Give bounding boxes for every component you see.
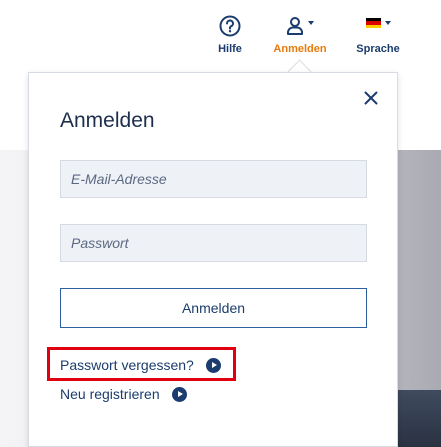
- arrow-circle-right-icon: [205, 357, 221, 373]
- register-link[interactable]: Neu registrieren: [60, 386, 187, 402]
- arrow-circle-right-icon: [171, 386, 187, 402]
- language-label: Sprache: [356, 43, 400, 55]
- language-nav-item[interactable]: Sprache: [352, 14, 404, 55]
- flag-de-icon: [365, 18, 381, 28]
- help-label: Hilfe: [218, 43, 242, 55]
- question-circle-icon: [219, 15, 241, 37]
- close-icon[interactable]: [364, 91, 378, 105]
- email-field[interactable]: [60, 160, 367, 198]
- login-submit-button[interactable]: Anmelden: [60, 288, 367, 328]
- chevron-down-icon: [384, 21, 391, 25]
- login-popover: Anmelden Anmelden Passwort vergessen? Ne…: [28, 72, 398, 447]
- user-icon: [287, 17, 303, 35]
- forgot-password-link[interactable]: Passwort vergessen?: [60, 357, 221, 373]
- register-label: Neu registrieren: [60, 386, 160, 402]
- help-nav-item[interactable]: Hilfe: [214, 14, 246, 55]
- chevron-down-icon: [308, 21, 314, 25]
- popover-title: Anmelden: [60, 109, 155, 132]
- password-field[interactable]: [60, 224, 367, 262]
- login-submit-label: Anmelden: [181, 300, 246, 316]
- top-navigation: Hilfe Anmelden Sprache: [0, 0, 441, 70]
- forgot-password-label: Passwort vergessen?: [60, 357, 194, 373]
- login-nav-item[interactable]: Anmelden: [272, 14, 328, 55]
- login-nav-label: Anmelden: [273, 43, 327, 55]
